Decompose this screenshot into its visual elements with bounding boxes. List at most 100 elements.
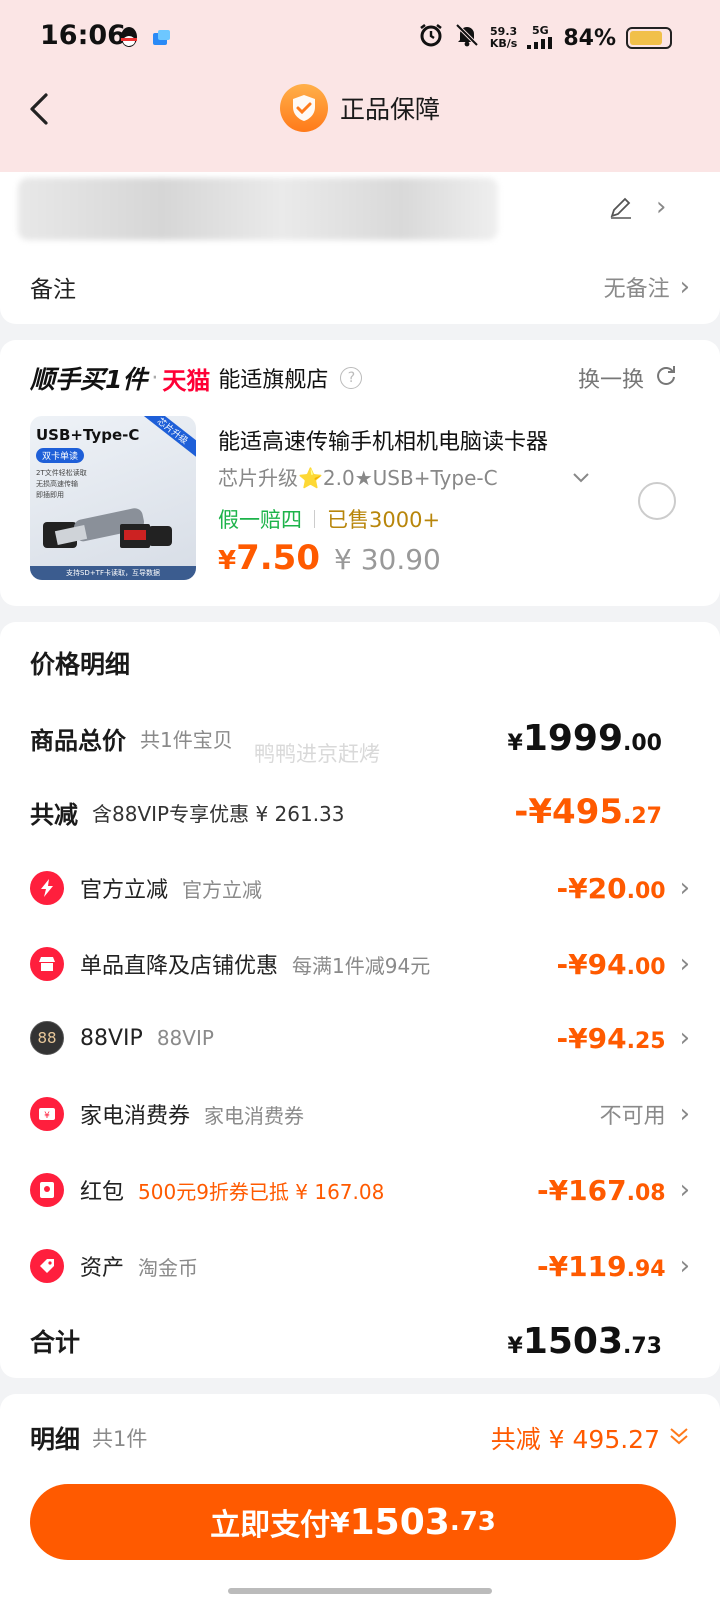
red-packet-icon (30, 1173, 64, 1207)
tmall-logo: 天猫 (162, 366, 211, 395)
discount-row-assets[interactable]: 资产 淘金币 -¥119.94 › (30, 1246, 690, 1286)
discount-sub: 官方立减 (182, 877, 263, 902)
chevron-right-icon: › (679, 949, 690, 979)
signal-icon: 5G (527, 24, 553, 52)
discount-row-official[interactable]: 官方立减 官方立减 -¥20.00 › (30, 868, 690, 908)
remark-chevron-icon: › (679, 272, 690, 302)
swap-label: 换一换 (577, 368, 644, 393)
product-image[interactable]: USB+Type-C 芯片升级 双卡单读 2T文件轻松读取 无损高速传输 即插即… (30, 416, 196, 580)
discount-label: 家电消费券 (80, 1104, 191, 1129)
pay-symbol: ¥ (330, 1505, 350, 1539)
discount-label: 88VIP (80, 1025, 143, 1051)
footer-detail-label: 明细 (30, 1425, 81, 1454)
chevron-right-icon: › (679, 1099, 690, 1129)
help-icon[interactable]: ? (340, 367, 363, 389)
product-image-tag: 双卡单读 (36, 448, 85, 463)
discount-label: 官方立减 (80, 878, 169, 903)
quick-buy-brand: 顺手买1件 (30, 365, 148, 394)
reduce-sub: 含88VIP专享优惠 ¥ 261.33 (92, 801, 345, 826)
battery-percent: 84% (563, 25, 616, 51)
refresh-icon (654, 363, 678, 393)
reduce-value: -¥495.27 (514, 792, 662, 832)
genuine-guarantee-title[interactable]: 正品保障 (0, 84, 720, 132)
edit-icon[interactable] (608, 194, 634, 224)
card-reader-picture (43, 508, 172, 548)
alarm-icon (418, 22, 444, 54)
discount-value: -¥94.25 (556, 1021, 666, 1055)
double-chevron-down-icon (668, 1425, 690, 1451)
lightning-icon (30, 871, 64, 905)
discount-row-redpacket[interactable]: 红包 500元9折券已抵 ¥ 167.08 -¥167.08 › (30, 1170, 690, 1210)
discount-sub: 淘金币 (138, 1255, 199, 1280)
discount-value: 不可用 (599, 1104, 666, 1129)
coupon-icon: ¥ (30, 1097, 64, 1131)
product-image-footer: 支持SD+TF卡读取，互导数据 (30, 566, 196, 580)
discount-value: -¥94.00 (556, 947, 666, 981)
discount-row-appliance[interactable]: ¥ 家电消费券 家电消费券 不可用 › (30, 1094, 690, 1134)
discount-label: 资产 (80, 1256, 125, 1281)
remark-value: 无备注 (603, 277, 670, 302)
qq-icon (118, 26, 140, 50)
status-indicators: 59.3 KB/s 5G 84% (418, 22, 672, 54)
product-price-row: ¥7.50 ¥ 30.90 (218, 538, 441, 578)
store-name[interactable]: 能适旗舰店 (218, 362, 328, 394)
reduce-label: 共减 (30, 800, 78, 829)
app-notification-icon (152, 28, 172, 48)
product-image-corner: 芯片升级 (133, 416, 196, 464)
discount-label: 单品直降及店铺优惠 (80, 954, 279, 979)
sold-count: 已售3000+ (327, 508, 441, 532)
page-title: 正品保障 (339, 95, 440, 124)
swap-button[interactable]: 换一换 (578, 362, 678, 394)
chevron-down-icon (572, 465, 590, 489)
product-image-line-1: 2T文件轻松读取 (36, 469, 87, 477)
total-price-row: 商品总价 共1件宝贝 ¥1999.00 (30, 716, 690, 760)
remark-label: 备注 (30, 277, 76, 303)
discount-value: -¥119.94 (537, 1249, 666, 1283)
chevron-right-icon: › (679, 873, 690, 903)
svg-text:¥: ¥ (44, 1111, 50, 1121)
total-price-sub: 共1件宝贝 (140, 727, 233, 752)
tag-icon (30, 1249, 64, 1283)
sum-label: 合计 (30, 1328, 81, 1357)
total-price-value: ¥1999.00 (507, 717, 663, 759)
product-image-line-3: 即插即用 (36, 491, 64, 499)
net-speed: 59.3 KB/s (489, 25, 518, 50)
address-chevron-icon[interactable]: › (656, 192, 666, 222)
home-indicator[interactable] (228, 1588, 492, 1594)
store-icon (30, 947, 64, 981)
product-title[interactable]: 能适高速传输手机相机电脑读卡器 (218, 424, 548, 456)
pay-amount: 1503 (349, 1501, 450, 1543)
product-price: ¥7.50 (218, 538, 320, 578)
discount-row-store[interactable]: 单品直降及店铺优惠 每满1件减94元 -¥94.00 › (30, 944, 690, 984)
product-tags: 假一赔四 已售3000+ (218, 504, 440, 534)
reduce-row: 共减 含88VIP专享优惠 ¥ 261.33 -¥495.27 (30, 790, 690, 834)
footer-count: 共1件 (92, 1427, 148, 1451)
original-price: ¥ 30.90 (333, 543, 441, 576)
chevron-right-icon: › (679, 1175, 690, 1205)
store-row: 顺手买1件 · 天猫 能适旗舰店 ? (30, 360, 363, 396)
product-spec[interactable]: 芯片升级⭐2.0★USB+Type-C (218, 462, 590, 491)
discount-row-88vip[interactable]: 88 88VIP 88VIP -¥94.25 › (30, 1018, 690, 1058)
status-time: 16:06 (40, 20, 126, 51)
discount-label: 红包 (80, 1180, 125, 1205)
pay-decimal: .73 (449, 1507, 496, 1537)
product-image-title: USB+Type-C (36, 426, 140, 444)
discount-sub: 88VIP (156, 1026, 214, 1050)
price-detail-title: 价格明细 (30, 650, 131, 679)
discount-value: -¥167.08 (537, 1173, 666, 1207)
footer-detail-row[interactable]: 明细 共1件 共减 ¥ 495.27 (30, 1416, 690, 1460)
88vip-icon: 88 (30, 1021, 64, 1055)
discount-sub: 家电消费券 (204, 1103, 305, 1128)
chevron-right-icon: › (679, 1023, 690, 1053)
tag-divider (314, 510, 315, 528)
remark-row[interactable]: 备注 无备注 › (30, 266, 690, 308)
discount-sub: 每满1件减94元 (292, 953, 431, 978)
select-radio[interactable] (638, 482, 676, 520)
pay-label: 立即支付 (210, 1508, 331, 1543)
product-spec-text: 芯片升级⭐2.0★USB+Type-C (218, 466, 498, 490)
shield-check-icon (279, 84, 328, 132)
pay-now-button[interactable]: 立即支付 ¥ 1503 .73 (30, 1484, 676, 1560)
sum-row: 合计 ¥1503.73 (30, 1318, 690, 1364)
blurred-address[interactable] (18, 178, 498, 240)
mute-bell-icon (454, 22, 480, 54)
